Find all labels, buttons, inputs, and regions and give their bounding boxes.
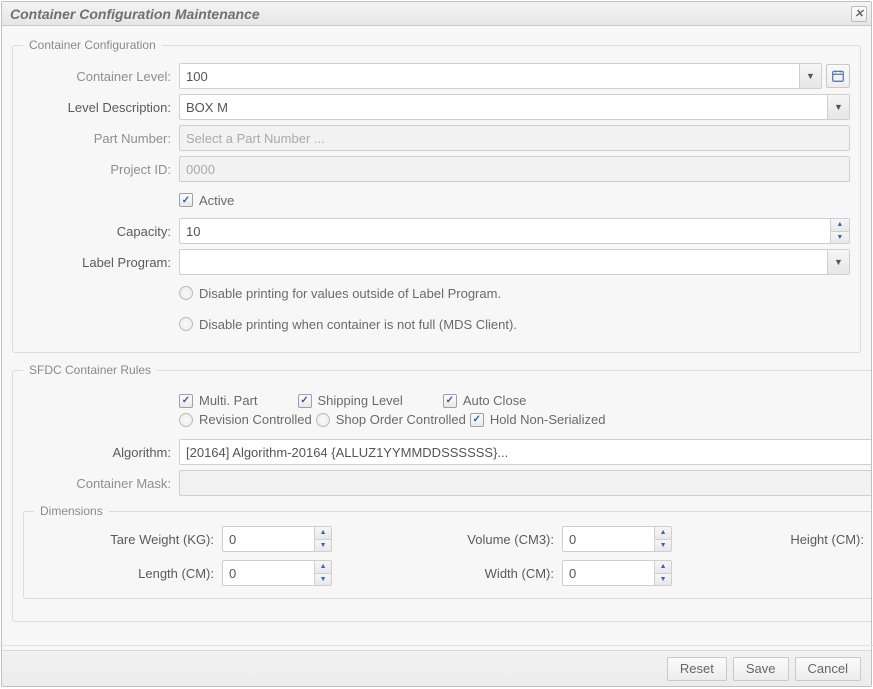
label-algorithm: Algorithm: [23, 445, 179, 460]
capacity-spinner[interactable]: ▲ ▼ [179, 218, 850, 244]
revision-controlled-radio[interactable]: Revision Controlled [179, 412, 312, 427]
reset-button[interactable]: Reset [667, 657, 727, 681]
tare-weight-input[interactable] [223, 527, 314, 551]
auto-close-checkbox[interactable]: ✓ Auto Close [443, 393, 527, 408]
width-spinner[interactable]: ▲▼ [562, 560, 672, 586]
hold-non-serialized-checkbox[interactable]: ✓ Hold Non-Serialized [470, 412, 606, 427]
shop-order-controlled-label: Shop Order Controlled [336, 412, 466, 427]
disable-print-outside-label: Disable printing for values outside of L… [199, 286, 501, 301]
auto-close-label: Auto Close [463, 393, 527, 408]
dialog-body: Container Configuration Container Level:… [2, 26, 871, 641]
label-length: Length (CM): [34, 566, 222, 581]
spinner-down-icon[interactable]: ▼ [655, 540, 671, 552]
chevron-down-icon[interactable]: ▼ [827, 95, 849, 119]
shipping-level-label: Shipping Level [318, 393, 403, 408]
titlebar: Container Configuration Maintenance ✕ [2, 2, 871, 26]
disable-print-notfull-radio[interactable]: Disable printing when container is not f… [179, 317, 517, 332]
spinner-down-icon[interactable]: ▼ [315, 574, 331, 586]
label-width: Width (CM): [392, 566, 562, 581]
legend-container-configuration: Container Configuration [23, 38, 162, 52]
active-checkbox[interactable]: ✓ Active [179, 193, 234, 208]
hold-non-serialized-label: Hold Non-Serialized [490, 412, 606, 427]
label-container-mask: Container Mask: [23, 476, 179, 491]
algorithm-combo[interactable]: [20164] Algorithm-20164 {ALLUZ1YYMMDDSSS… [179, 439, 871, 465]
legend-sfdc-rules: SFDC Container Rules [23, 363, 157, 377]
fieldset-sfdc-rules: SFDC Container Rules ✓ Multi. Part ✓ Shi… [12, 363, 871, 622]
active-label: Active [199, 193, 234, 208]
revision-controlled-label: Revision Controlled [199, 412, 312, 427]
label-project-id: Project ID: [23, 162, 179, 177]
container-level-value: 100 [186, 69, 799, 84]
legend-dimensions: Dimensions [34, 504, 109, 518]
label-part-number: Part Number: [23, 131, 179, 146]
label-program-combo[interactable]: ▼ [179, 249, 850, 275]
check-icon: ✓ [470, 413, 484, 427]
tare-weight-spinner[interactable]: ▲▼ [222, 526, 332, 552]
radio-icon [179, 286, 193, 300]
cancel-button[interactable]: Cancel [795, 657, 861, 681]
spinner-down-icon[interactable]: ▼ [831, 232, 849, 244]
level-description-combo[interactable]: BOX M ▼ [179, 94, 850, 120]
label-volume: Volume (CM3): [392, 532, 562, 547]
disable-print-outside-radio[interactable]: Disable printing for values outside of L… [179, 286, 501, 301]
spinner-down-icon[interactable]: ▼ [315, 540, 331, 552]
label-capacity: Capacity: [23, 224, 179, 239]
fieldset-container-configuration: Container Configuration Container Level:… [12, 38, 861, 353]
length-spinner[interactable]: ▲▼ [222, 560, 332, 586]
dialog-title: Container Configuration Maintenance [10, 6, 260, 22]
multi-part-label: Multi. Part [199, 393, 258, 408]
label-tare-weight: Tare Weight (KG): [34, 532, 222, 547]
spinner-up-icon[interactable]: ▲ [655, 527, 671, 540]
chevron-down-icon[interactable]: ▼ [827, 250, 849, 274]
radio-icon [179, 413, 193, 427]
dialog-footer: Reset Save Cancel [2, 650, 871, 686]
width-input[interactable] [563, 561, 654, 585]
label-level-description: Level Description: [23, 100, 179, 115]
spinner-up-icon[interactable]: ▲ [831, 219, 849, 232]
radio-icon [179, 317, 193, 331]
label-container-level: Container Level: [23, 69, 179, 84]
check-icon: ✓ [179, 394, 193, 408]
dialog-container-configuration-maintenance: Container Configuration Maintenance ✕ Co… [1, 1, 872, 687]
spinner-up-icon[interactable]: ▲ [315, 527, 331, 540]
label-height: Height (CM): [712, 532, 871, 547]
shipping-level-checkbox[interactable]: ✓ Shipping Level [298, 393, 403, 408]
spinner-up-icon[interactable]: ▲ [315, 561, 331, 574]
container-mask-input [179, 470, 871, 496]
level-description-value: BOX M [186, 100, 827, 115]
capacity-input[interactable] [180, 219, 830, 243]
radio-icon [316, 413, 330, 427]
volume-input[interactable] [563, 527, 654, 551]
algorithm-value: [20164] Algorithm-20164 {ALLUZ1YYMMDDSSS… [186, 445, 871, 460]
save-button[interactable]: Save [733, 657, 789, 681]
spinner-up-icon[interactable]: ▲ [655, 561, 671, 574]
disable-print-notfull-label: Disable printing when container is not f… [199, 317, 517, 332]
chevron-down-icon[interactable]: ▼ [799, 64, 821, 88]
spinner-down-icon[interactable]: ▼ [655, 574, 671, 586]
refresh-icon[interactable] [826, 64, 850, 88]
multi-part-checkbox[interactable]: ✓ Multi. Part [179, 393, 258, 408]
length-input[interactable] [223, 561, 314, 585]
container-level-combo[interactable]: 100 ▼ [179, 63, 822, 89]
shop-order-controlled-radio[interactable]: Shop Order Controlled [316, 412, 466, 427]
check-icon: ✓ [179, 193, 193, 207]
label-label-program: Label Program: [23, 255, 179, 270]
volume-spinner[interactable]: ▲▼ [562, 526, 672, 552]
fieldset-dimensions: Dimensions Tare Weight (KG): ▲▼ Volume (… [23, 504, 871, 599]
part-number-input [179, 125, 850, 151]
close-icon[interactable]: ✕ [851, 6, 867, 22]
project-id-input [179, 156, 850, 182]
check-icon: ✓ [298, 394, 312, 408]
check-icon: ✓ [443, 394, 457, 408]
